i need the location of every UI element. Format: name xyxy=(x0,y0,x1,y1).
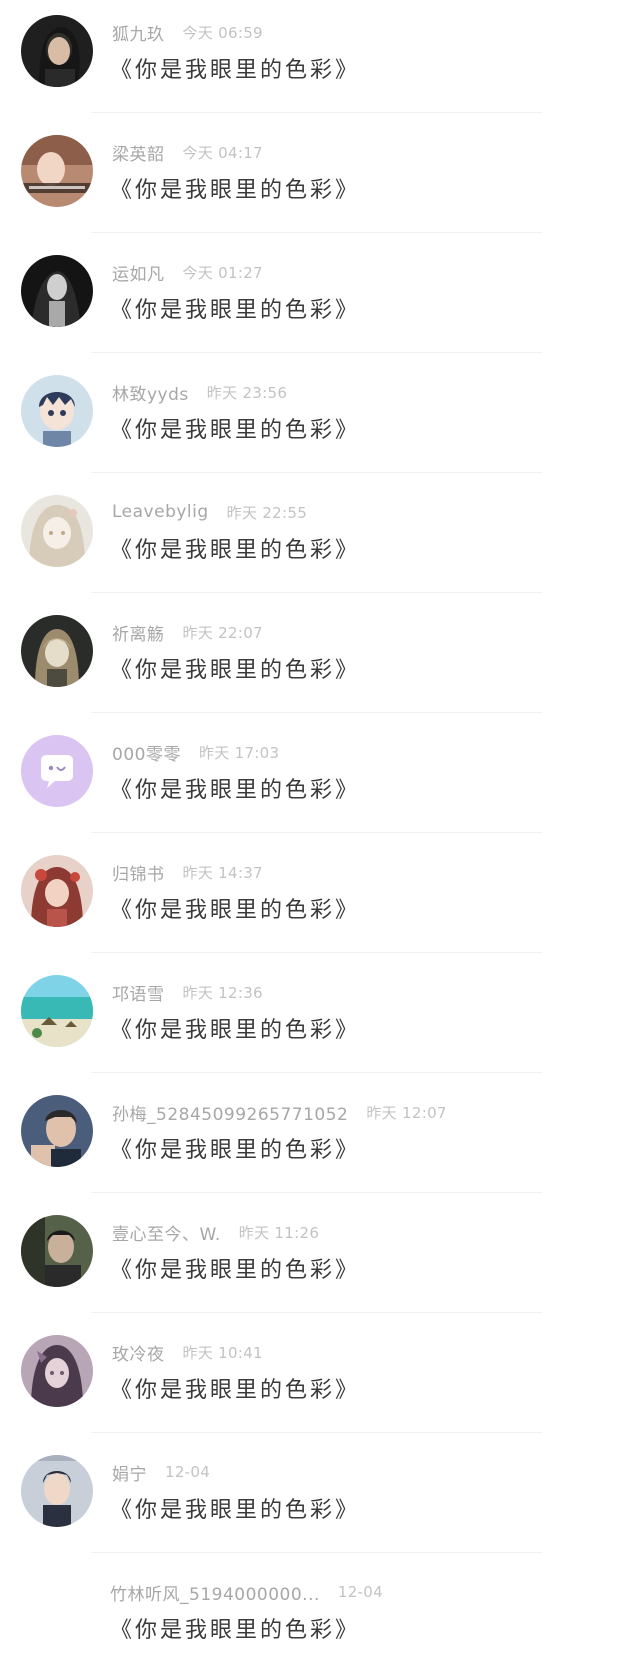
red-anime-girl-icon[interactable] xyxy=(21,855,93,927)
message-meta: 000零零 昨天 17:03 xyxy=(112,738,279,766)
message-text: 《你是我眼里的色彩》 xyxy=(110,538,361,563)
divider xyxy=(92,712,542,713)
monochrome-portrait-icon[interactable] xyxy=(21,255,93,327)
message-row[interactable]: 梁英韶 今天 04:17 《你是我眼里的色彩》 xyxy=(0,120,640,240)
sender-name[interactable]: 000零零 xyxy=(112,740,181,765)
message-meta: 孙梅_52845099265771052 昨天 12:07 xyxy=(112,1098,447,1126)
timestamp: 昨天 17:03 xyxy=(198,743,280,762)
message-text: 《你是我眼里的色彩》 xyxy=(110,1618,361,1643)
message-meta: 娟宁 12-04 xyxy=(112,1458,210,1486)
sender-name[interactable]: 壹心至今、W. xyxy=(112,1220,221,1245)
timestamp: 昨天 10:41 xyxy=(182,1343,263,1362)
timestamp: 昨天 12:36 xyxy=(182,983,263,1002)
message-text: 《你是我眼里的色彩》 xyxy=(110,178,361,203)
sender-name[interactable]: 运如凡 xyxy=(112,260,165,285)
divider xyxy=(92,352,542,353)
message-text: 《你是我眼里的色彩》 xyxy=(110,298,361,323)
message-text: 《你是我眼里的色彩》 xyxy=(110,1138,361,1163)
divider xyxy=(92,1072,542,1073)
message-text: 《你是我眼里的色彩》 xyxy=(110,1258,361,1283)
timestamp: 今天 01:27 xyxy=(182,263,263,282)
timestamp: 今天 04:17 xyxy=(182,143,263,162)
message-row[interactable]: 竹林听风_5194000000... 12-04 《你是我眼里的色彩》 xyxy=(0,1560,640,1680)
chat-bubble-icon[interactable] xyxy=(21,735,93,807)
young-man-icon[interactable] xyxy=(21,1455,93,1527)
message-text: 《你是我眼里的色彩》 xyxy=(110,1498,361,1523)
message-text: 《你是我眼里的色彩》 xyxy=(110,778,361,803)
timestamp: 昨天 22:07 xyxy=(182,623,263,642)
sender-name[interactable]: 梁英韶 xyxy=(112,140,165,165)
message-row[interactable]: 玫冷夜 昨天 10:41 《你是我眼里的色彩》 xyxy=(0,1320,640,1440)
message-text: 《你是我眼里的色彩》 xyxy=(110,58,361,83)
timestamp: 今天 06:59 xyxy=(182,23,263,42)
message-meta: 邛语雪 昨天 12:36 xyxy=(112,978,263,1006)
man-portrait-icon[interactable] xyxy=(21,1095,93,1167)
dark-hair-portrait-icon[interactable] xyxy=(21,15,93,87)
divider xyxy=(92,952,542,953)
divider xyxy=(92,592,542,593)
message-text: 《你是我眼里的色彩》 xyxy=(110,1378,361,1403)
warm-portrait-icon[interactable] xyxy=(21,135,93,207)
sender-name[interactable]: 邛语雪 xyxy=(112,980,165,1005)
message-row[interactable]: 000零零 昨天 17:03 《你是我眼里的色彩》 xyxy=(0,720,640,840)
sender-name[interactable]: 竹林听风_5194000000... xyxy=(110,1580,320,1605)
message-meta: 竹林听风_5194000000... 12-04 xyxy=(110,1578,383,1606)
message-row[interactable]: 娟宁 12-04 《你是我眼里的色彩》 xyxy=(0,1440,640,1560)
sender-name[interactable]: 孙梅_52845099265771052 xyxy=(112,1100,348,1125)
divider xyxy=(92,1432,542,1433)
message-list: 狐九玖 今天 06:59 《你是我眼里的色彩》 梁英韶 今天 04:17 《你是… xyxy=(0,0,640,1680)
message-meta: 壹心至今、W. 昨天 11:26 xyxy=(112,1218,319,1246)
timestamp: 昨天 12:07 xyxy=(366,1103,447,1122)
message-row[interactable]: 邛语雪 昨天 12:36 《你是我眼里的色彩》 xyxy=(0,960,640,1080)
sender-name[interactable]: 娟宁 xyxy=(112,1460,147,1485)
sender-name[interactable]: 玫冷夜 xyxy=(112,1340,165,1365)
message-meta: 运如凡 今天 01:27 xyxy=(112,258,263,286)
message-text: 《你是我眼里的色彩》 xyxy=(110,658,361,683)
sender-name[interactable]: 狐九玖 xyxy=(112,20,165,45)
divider xyxy=(92,112,542,113)
message-row[interactable]: 壹心至今、W. 昨天 11:26 《你是我眼里的色彩》 xyxy=(0,1200,640,1320)
message-meta: Leavebylig 昨天 22:55 xyxy=(112,498,307,526)
message-row[interactable]: 林致yyds 昨天 23:56 《你是我眼里的色彩》 xyxy=(0,360,640,480)
sender-name[interactable]: 归锦书 xyxy=(112,860,165,885)
timestamp: 12-04 xyxy=(165,1463,211,1481)
purple-anime-girl-icon[interactable] xyxy=(21,1335,93,1407)
anime-girl-light-icon[interactable] xyxy=(21,495,93,567)
sender-name[interactable]: 祈离觞 xyxy=(112,620,165,645)
timestamp: 昨天 14:37 xyxy=(182,863,263,882)
message-row[interactable]: 狐九玖 今天 06:59 《你是我眼里的色彩》 xyxy=(0,0,640,120)
message-meta: 梁英韶 今天 04:17 xyxy=(112,138,263,166)
timestamp: 昨天 22:55 xyxy=(226,503,308,522)
message-row[interactable]: 孙梅_52845099265771052 昨天 12:07 《你是我眼里的色彩》 xyxy=(0,1080,640,1200)
message-row[interactable]: 运如凡 今天 01:27 《你是我眼里的色彩》 xyxy=(0,240,640,360)
message-text: 《你是我眼里的色彩》 xyxy=(110,418,361,443)
message-meta: 玫冷夜 昨天 10:41 xyxy=(112,1338,263,1366)
anime-girl-dark-icon[interactable] xyxy=(21,615,93,687)
message-text: 《你是我眼里的色彩》 xyxy=(110,1018,361,1043)
divider xyxy=(92,232,542,233)
timestamp: 12-04 xyxy=(337,1583,383,1601)
man-dark-portrait-icon[interactable] xyxy=(21,1215,93,1287)
message-meta: 狐九玖 今天 06:59 xyxy=(112,18,263,46)
message-meta: 归锦书 昨天 14:37 xyxy=(112,858,263,886)
sender-name[interactable]: Leavebylig xyxy=(112,502,209,522)
divider xyxy=(92,1312,542,1313)
message-text: 《你是我眼里的色彩》 xyxy=(110,898,361,923)
divider xyxy=(92,832,542,833)
timestamp: 昨天 11:26 xyxy=(238,1223,320,1242)
sender-name[interactable]: 林致yyds xyxy=(112,380,189,405)
message-meta: 祈离觞 昨天 22:07 xyxy=(112,618,263,646)
message-row[interactable]: 归锦书 昨天 14:37 《你是我眼里的色彩》 xyxy=(0,840,640,960)
beach-scene-icon[interactable] xyxy=(21,975,93,1047)
divider xyxy=(92,1552,542,1553)
divider xyxy=(92,1192,542,1193)
message-meta: 林致yyds 昨天 23:56 xyxy=(112,378,287,406)
message-row[interactable]: Leavebylig 昨天 22:55 《你是我眼里的色彩》 xyxy=(0,480,640,600)
timestamp: 昨天 23:56 xyxy=(206,383,288,402)
anime-boy-icon[interactable] xyxy=(21,375,93,447)
message-row[interactable]: 祈离觞 昨天 22:07 《你是我眼里的色彩》 xyxy=(0,600,640,720)
divider xyxy=(92,472,542,473)
